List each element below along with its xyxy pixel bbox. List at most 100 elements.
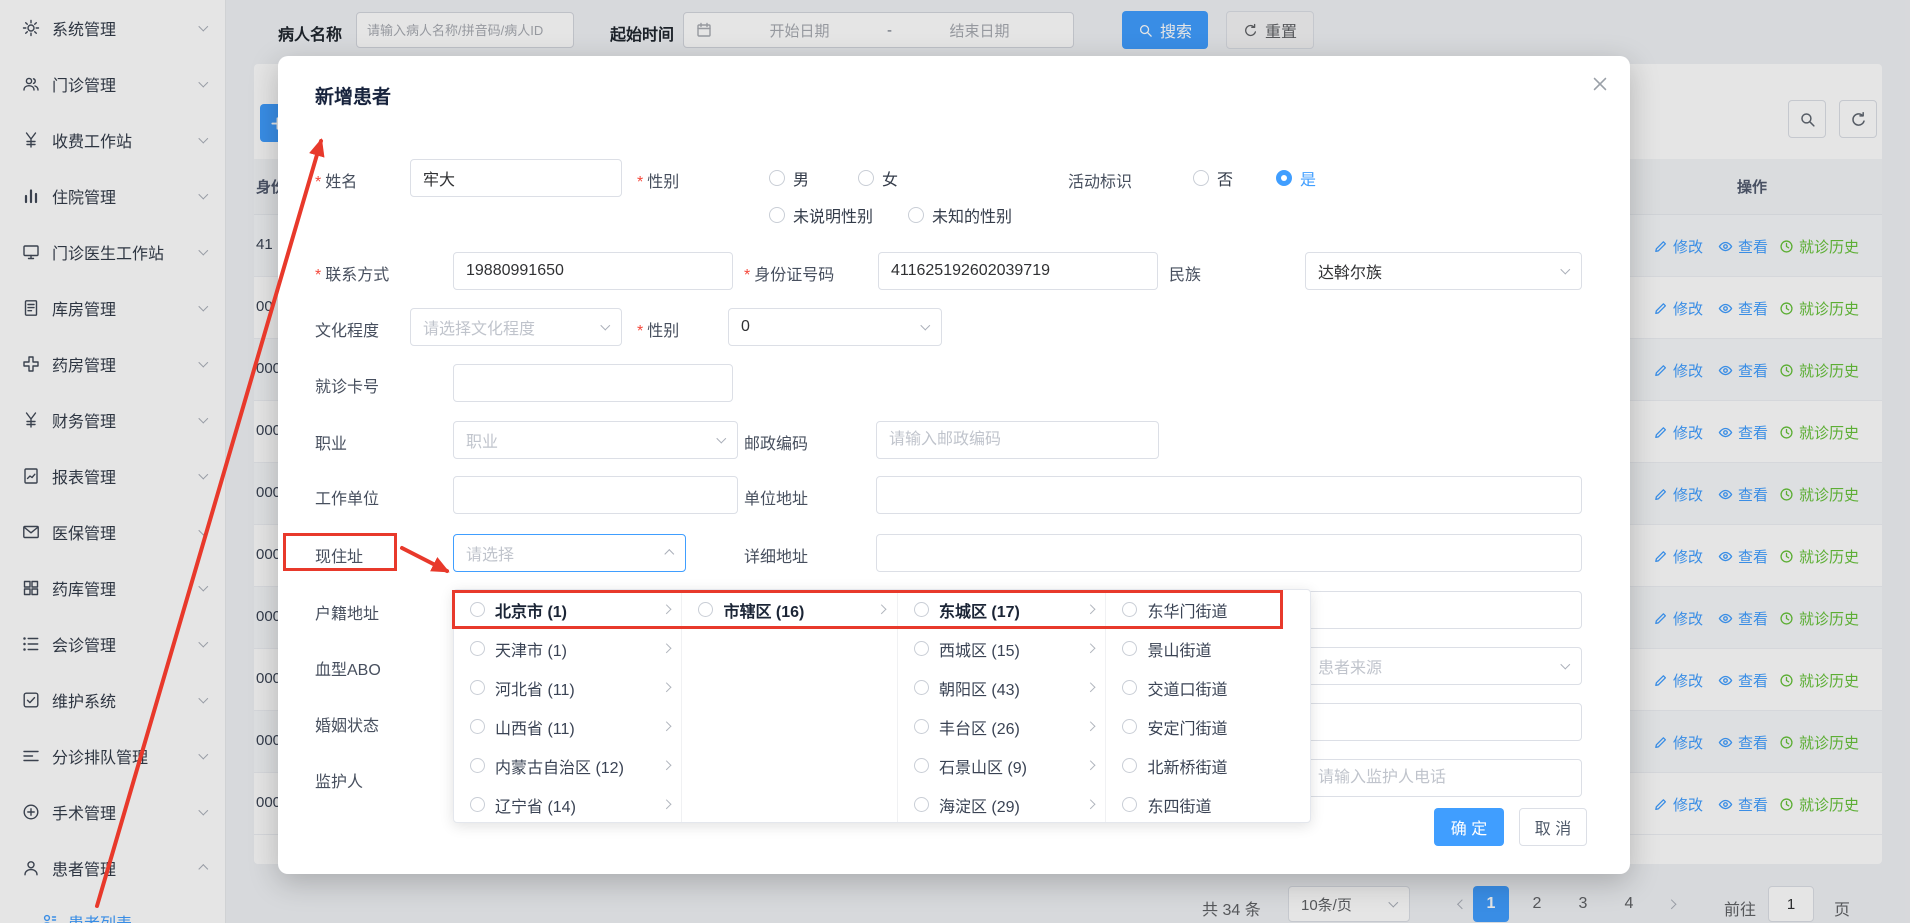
cascader-option-tianjin[interactable]: 天津市 (1) (454, 629, 681, 668)
occupation-label: 职业 (315, 430, 347, 454)
chevron-right-icon (662, 683, 671, 692)
cascader-option-hebei[interactable]: 河北省 (11) (454, 668, 681, 707)
chevron-down-icon (717, 434, 726, 443)
modal-title: 新增患者 (315, 82, 391, 109)
cascader-option-shanxi[interactable]: 山西省 (11) (454, 707, 681, 746)
education-select[interactable]: 请选择文化程度 (410, 308, 622, 346)
id-number-label: *身份证号码 (744, 261, 834, 285)
cascader-option-shixiaqu[interactable]: 市辖区 (16) (682, 590, 897, 629)
work-unit-label: 工作单位 (315, 485, 379, 509)
radio-icon (769, 170, 785, 186)
radio-active-yes[interactable]: 是 (1276, 168, 1316, 188)
cascader-option-fengtai[interactable]: 丰台区 (26) (898, 707, 1106, 746)
radio-icon (470, 758, 485, 773)
id-number-input[interactable] (878, 252, 1158, 290)
chevron-right-icon (662, 644, 671, 653)
postal-code-label: 邮政编码 (744, 430, 808, 454)
radio-icon (1122, 641, 1137, 656)
visit-card-label: 就诊卡号 (315, 373, 379, 397)
cascader-option-beixinqiao[interactable]: 北新桥街道 (1106, 746, 1310, 785)
chevron-right-icon (1086, 605, 1095, 614)
cancel-button[interactable]: 取 消 (1519, 808, 1587, 846)
cascader-column-street: 东华门街道 景山街道 交道口街道 安定门街道 北新桥街道 东四街道 (1106, 590, 1310, 822)
cascader-option-beijing[interactable]: 北京市 (1) (454, 590, 681, 629)
radio-checked-icon (1276, 170, 1292, 186)
cascader-option-donghuamen[interactable]: 东华门街道 (1106, 590, 1310, 629)
radio-icon (1122, 680, 1137, 695)
guardian-label: 监护人 (315, 768, 363, 792)
close-button[interactable] (1588, 72, 1612, 96)
radio-active-no[interactable]: 否 (1193, 168, 1233, 188)
radio-female[interactable]: 女 (858, 168, 898, 188)
radio-icon (470, 680, 485, 695)
address-cascader-dropdown: 北京市 (1) 天津市 (1) 河北省 (11) 山西省 (11) 内蒙古自治区… (453, 589, 1311, 823)
chevron-right-icon (1086, 644, 1095, 653)
unit-address-label: 单位地址 (744, 485, 808, 509)
app-root: 系统管理 门诊管理 收费工作站 住院管理 门诊医生工作站 库房管理 (0, 0, 1910, 923)
chevron-right-icon (662, 722, 671, 731)
chevron-down-icon (601, 321, 610, 330)
radio-unknown-gender[interactable]: 未知的性别 (908, 205, 1012, 225)
chevron-right-icon (1086, 800, 1095, 809)
occupation-select[interactable]: 职业 (453, 421, 738, 459)
cascader-option-xicheng[interactable]: 西城区 (15) (898, 629, 1106, 668)
name-label: *姓名 (315, 168, 357, 192)
cascader-option-dongsi[interactable]: 东四街道 (1106, 785, 1310, 822)
radio-icon (470, 602, 485, 617)
radio-male[interactable]: 男 (769, 168, 809, 188)
unit-address-input[interactable] (876, 476, 1582, 514)
radio-icon (914, 602, 929, 617)
current-address-select[interactable]: 请选择 (453, 534, 686, 572)
contact-input[interactable] (453, 252, 733, 290)
close-icon (1590, 74, 1610, 94)
household-address-input[interactable] (1305, 591, 1582, 629)
radio-icon (470, 641, 485, 656)
cascader-option-haidian[interactable]: 海淀区 (29) (898, 785, 1106, 822)
gender-code-select[interactable]: 0 (728, 308, 942, 346)
ethnicity-select[interactable]: 达斡尔族 (1305, 252, 1582, 290)
radio-icon (914, 797, 929, 812)
cascader-option-jiaodaokou[interactable]: 交道口街道 (1106, 668, 1310, 707)
radio-icon (769, 207, 785, 223)
marital-status-label: 婚姻状态 (315, 712, 379, 736)
cascader-option-dongcheng[interactable]: 东城区 (17) (898, 590, 1106, 629)
cascader-column-province: 北京市 (1) 天津市 (1) 河北省 (11) 山西省 (11) 内蒙古自治区… (454, 590, 682, 822)
chevron-down-icon (921, 321, 930, 330)
guardian-phone-input[interactable] (1305, 759, 1582, 797)
cascader-option-shijingshan[interactable]: 石景山区 (9) (898, 746, 1106, 785)
chevron-right-icon (877, 605, 886, 614)
chevron-right-icon (662, 605, 671, 614)
marital-status-input[interactable] (1305, 703, 1582, 741)
patient-source-select[interactable]: 患者来源 (1305, 647, 1582, 685)
radio-icon (1122, 758, 1137, 773)
radio-icon (1122, 797, 1137, 812)
radio-unspecified-gender[interactable]: 未说明性别 (769, 205, 873, 225)
chevron-right-icon (662, 800, 671, 809)
add-patient-modal: 新增患者 *姓名 *性别 男 女 活动标识 否 是 未说明性别 未知的性别 *联… (278, 56, 1630, 874)
confirm-button[interactable]: 确 定 (1434, 808, 1504, 846)
chevron-up-icon (665, 550, 674, 559)
radio-icon (914, 758, 929, 773)
radio-icon (858, 170, 874, 186)
detail-address-label: 详细地址 (744, 543, 808, 567)
work-unit-input[interactable] (453, 476, 738, 514)
detail-address-input[interactable] (876, 534, 1582, 572)
postal-code-input[interactable] (876, 421, 1159, 459)
name-input[interactable] (410, 159, 622, 197)
cascader-option-neimenggu[interactable]: 内蒙古自治区 (12) (454, 746, 681, 785)
visit-card-input[interactable] (453, 364, 733, 402)
radio-icon (1193, 170, 1209, 186)
cascader-option-andingmen[interactable]: 安定门街道 (1106, 707, 1310, 746)
radio-icon (470, 797, 485, 812)
radio-icon (698, 602, 713, 617)
chevron-right-icon (1086, 761, 1095, 770)
cascader-option-liaoning[interactable]: 辽宁省 (14) (454, 785, 681, 822)
active-flag-label: 活动标识 (1068, 168, 1132, 192)
gender-code-label: *性别 (637, 317, 679, 341)
cascader-column-city: 市辖区 (16) (682, 590, 898, 822)
radio-icon (914, 719, 929, 734)
cascader-option-chaoyang[interactable]: 朝阳区 (43) (898, 668, 1106, 707)
radio-icon (914, 641, 929, 656)
cascader-option-jingshan[interactable]: 景山街道 (1106, 629, 1310, 668)
contact-label: *联系方式 (315, 261, 389, 285)
